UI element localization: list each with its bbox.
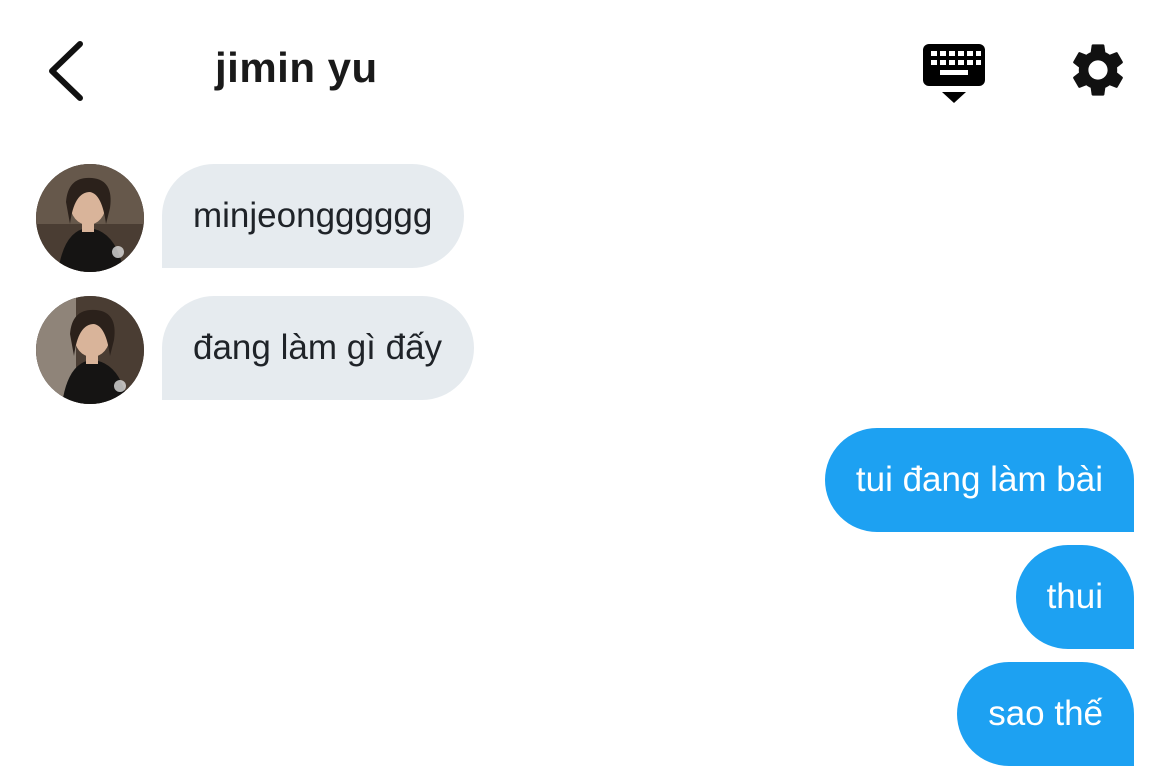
chevron-left-icon [49, 41, 83, 101]
message-row-incoming: minjeongggggg [0, 164, 1170, 272]
message-bubble-incoming[interactable]: minjeongggggg [162, 164, 465, 268]
keyboard-toggle-button[interactable] [920, 40, 988, 106]
message-bubble-outgoing[interactable]: thui [1015, 545, 1134, 649]
avatar[interactable] [36, 296, 144, 404]
message-bubble-outgoing[interactable]: tui đang làm bài [824, 428, 1134, 532]
message-row-incoming: đang làm gì đấy [0, 296, 1170, 404]
message-bubble-incoming[interactable]: đang làm gì đấy [162, 296, 475, 400]
profile-photo [36, 296, 144, 404]
settings-button[interactable] [1066, 38, 1130, 102]
avatar[interactable] [36, 164, 144, 272]
keyboard-hide-icon [923, 44, 985, 103]
conversation-title: jimin yu [215, 44, 378, 91]
message-bubble-outgoing[interactable]: sao thế [957, 662, 1134, 766]
profile-photo [36, 164, 144, 272]
chat-header: jimin yu [0, 0, 1170, 140]
back-button[interactable] [38, 36, 98, 106]
gear-icon [1073, 44, 1123, 96]
